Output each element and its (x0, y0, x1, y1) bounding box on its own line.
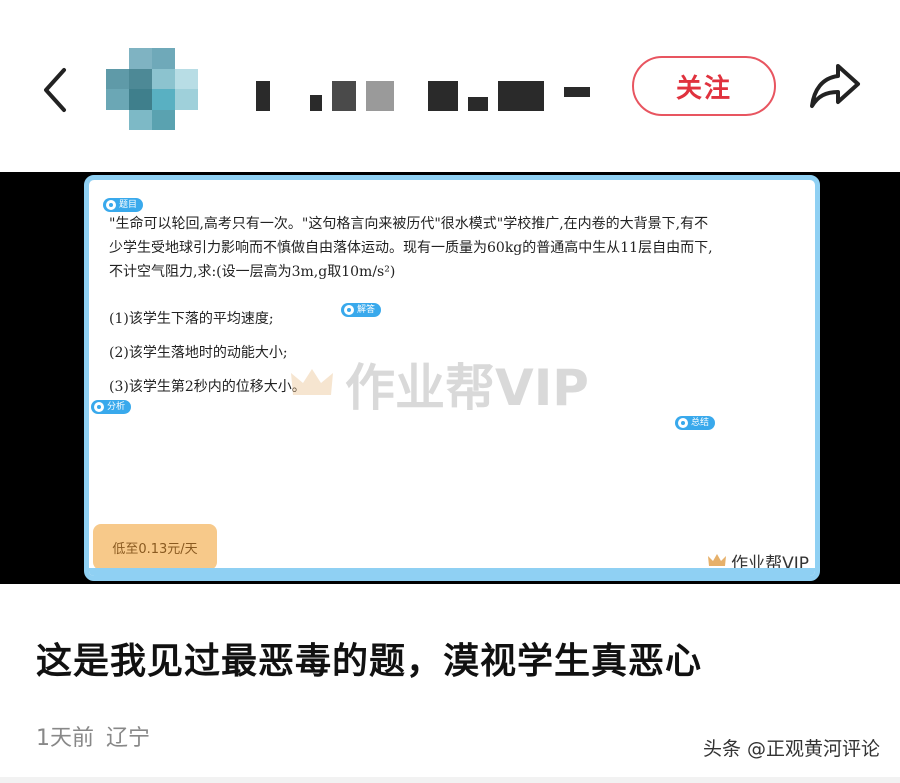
tag-question: 题目 (103, 198, 144, 212)
tag-dot-icon (94, 402, 104, 412)
card-border-bar (89, 568, 815, 576)
tag-answer: 解答 (341, 303, 382, 317)
username-redacted (256, 76, 606, 116)
share-arrow-icon (810, 64, 860, 108)
tag-dot-icon (344, 305, 354, 315)
question-line: 少学生受地球引力影响而不慎做自由落体运动。现有一质量为60kg的普通高中生从11… (109, 240, 713, 256)
tag-dot-icon (678, 418, 688, 428)
question-text: "生命可以轮回,高考只有一次。"这句格言向来被历代"很水模式"学校推广,在内卷的… (109, 212, 809, 284)
tag-summary: 总结 (675, 416, 716, 430)
question-card: 题目 "生命可以轮回,高考只有一次。"这句格言向来被历代"很水模式"学校推广,在… (84, 175, 820, 581)
watermark: 作业帮VIP (289, 354, 589, 417)
follow-button[interactable]: 关注 (632, 56, 776, 116)
post-location: 辽宁 (106, 726, 151, 751)
chevron-left-icon (44, 68, 66, 112)
post-title: 这是我见过最恶毒的题，漠视学生真恶心 (36, 641, 703, 682)
post-time: 1天前 (36, 726, 94, 751)
sub-question-3: (3)该学生第2秒内的位移大小。 (109, 379, 306, 395)
crown-icon (708, 554, 727, 566)
back-button[interactable] (34, 62, 78, 118)
source-credit: 头条 @正观黄河评论 (702, 738, 880, 760)
divider (0, 777, 900, 783)
tag-dot-icon (106, 200, 116, 210)
question-line: 不计空气阻力,求:(设一层高为3m,g取10m/s²) (109, 264, 396, 280)
question-line: "生命可以轮回,高考只有一次。"这句格言向来被历代"很水模式"学校推广,在内卷的… (109, 216, 709, 232)
post-image[interactable]: 题目 "生命可以轮回,高考只有一次。"这句格言向来被历代"很水模式"学校推广,在… (0, 172, 900, 584)
sub-question-2: (2)该学生落地时的动能大小; (109, 345, 288, 361)
price-button[interactable]: 低至0.13元/天 (93, 524, 217, 570)
tag-analysis: 分析 (91, 400, 132, 414)
sub-question-1: (1)该学生下落的平均速度; (109, 311, 274, 327)
post-meta: 1天前 辽宁 (36, 720, 150, 752)
share-button[interactable] (806, 60, 864, 112)
top-bar: 关注 (0, 0, 900, 170)
avatar[interactable] (106, 48, 198, 130)
